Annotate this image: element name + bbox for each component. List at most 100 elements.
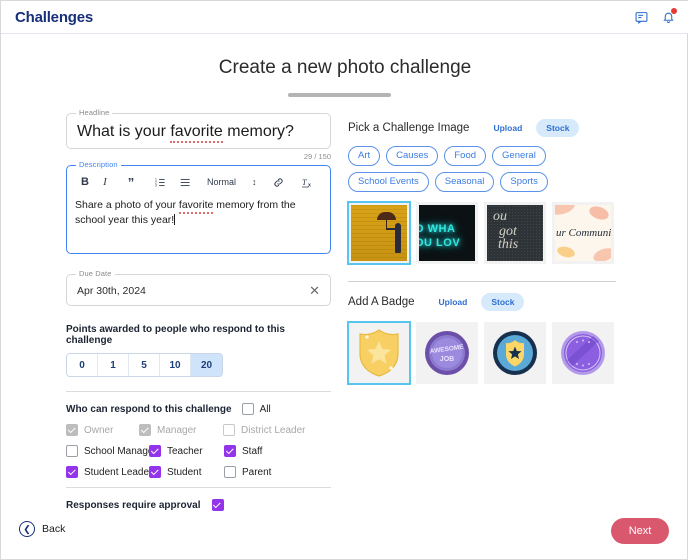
badge-awesome-job[interactable]: AWESOME JOB — [416, 322, 478, 384]
chip-school-events[interactable]: School Events — [348, 172, 429, 192]
person-silhouette — [395, 223, 401, 253]
bell-icon[interactable] — [662, 8, 677, 24]
clear-formatting-icon[interactable]: T x — [301, 177, 314, 188]
points-option-0[interactable]: 0 — [67, 354, 98, 376]
headline-misspelled-word: favorite — [170, 123, 223, 143]
chip-causes[interactable]: Causes — [386, 146, 439, 166]
audience-option-parent[interactable]: Parent — [224, 466, 271, 478]
points-selector[interactable]: 0 1 5 10 20 — [66, 353, 223, 377]
bullet-list-icon[interactable] — [175, 173, 195, 191]
thumbnail-art-neon: O WHA OU LOV — [419, 205, 475, 261]
chip-general[interactable]: General — [492, 146, 546, 166]
audience-row-3: Student Leader Student Parent — [66, 466, 331, 478]
headline-input[interactable]: What is your favorite memory? — [77, 123, 320, 143]
due-date-value: Apr 30th, 2024 — [77, 284, 146, 297]
format-stepper-icon[interactable]: ↕ — [252, 177, 257, 187]
challenge-image-header: Pick a Challenge Image Upload Stock — [348, 119, 616, 137]
school-manager-checkbox[interactable] — [66, 445, 78, 457]
points-option-5[interactable]: 5 — [129, 354, 160, 376]
audience-option-student-leader[interactable]: Student Leader — [66, 466, 152, 478]
audience-all-checkbox[interactable] — [241, 403, 254, 415]
chip-seasonal[interactable]: Seasonal — [434, 172, 495, 192]
audience-option-school-manager[interactable]: School Manager — [66, 445, 157, 457]
approval-label: Responses require approval — [66, 499, 201, 511]
challenge-image-upload-option[interactable]: Upload — [483, 119, 532, 137]
audience-option-owner: Owner — [66, 424, 139, 436]
school-manager-label: School Manager — [84, 445, 157, 457]
badge-purple-ribbon[interactable] — [552, 322, 614, 384]
app-title: Challenges — [15, 8, 94, 26]
badge-header: Add A Badge Upload Stock — [348, 293, 616, 311]
audience-checkbox-grid: Owner Manager District Leader School Man… — [66, 424, 331, 478]
points-option-20[interactable]: 20 — [191, 354, 222, 376]
badge-blue-star-shield[interactable] — [484, 322, 546, 384]
headline-text-part1: What is your — [77, 123, 171, 140]
thumbnail-umbrella-yellow-wall[interactable] — [347, 201, 411, 265]
ordered-list-icon[interactable]: 1 2 3 — [150, 173, 170, 191]
points-option-1[interactable]: 1 — [98, 354, 129, 376]
floral-blob-2 — [587, 205, 611, 223]
student-checkbox[interactable] — [149, 466, 161, 478]
badge-upload-option[interactable]: Upload — [429, 293, 478, 311]
challenge-image-source-toggle: Upload Stock — [483, 119, 580, 137]
chalk-line-1: ou — [493, 209, 507, 224]
chip-food[interactable]: Food — [444, 146, 487, 166]
next-button[interactable]: Next — [611, 518, 669, 544]
description-toolbar: B I ” 1 2 3 Normal ↕ T x — [75, 172, 322, 192]
headline-field[interactable]: Headline What is your favorite memory? — [66, 108, 331, 149]
audience-row-2: School Manager Teacher Staff — [66, 445, 331, 457]
badge-gallery: AWESOME JOB — [347, 321, 616, 385]
chalk-line-3: this — [498, 237, 519, 252]
audience-option-district-leader: District Leader — [223, 424, 305, 436]
chip-art[interactable]: Art — [348, 146, 381, 166]
staff-checkbox[interactable] — [224, 445, 236, 457]
approval-checkbox[interactable] — [211, 499, 224, 511]
parent-checkbox[interactable] — [224, 466, 236, 478]
due-date-field[interactable]: Due Date Apr 30th, 2024 ✕ — [66, 269, 331, 306]
link-icon[interactable] — [273, 177, 284, 188]
form-divider-2 — [66, 487, 331, 488]
bold-button[interactable]: B — [75, 173, 95, 191]
audience-option-staff[interactable]: Staff — [224, 445, 262, 457]
svg-text:T: T — [302, 177, 308, 186]
header-actions — [635, 8, 677, 24]
badge-gold-star-shield[interactable] — [347, 321, 411, 385]
description-field[interactable]: Description B I ” 1 2 3 Normal ↕ T x Sha… — [66, 160, 331, 254]
badge-stock-option[interactable]: Stock — [481, 293, 525, 311]
thumbnail-our-community-floral[interactable]: ur Communi — [552, 202, 614, 264]
chevron-left-icon: ❮ — [19, 521, 35, 537]
points-option-10[interactable]: 10 — [160, 354, 191, 376]
badge-title: Add A Badge — [348, 296, 415, 308]
floral-blob-4 — [591, 245, 611, 261]
badge-source-toggle: Upload Stock — [429, 293, 525, 311]
italic-button[interactable]: I — [95, 173, 115, 191]
blue-star-shield-icon — [493, 331, 537, 375]
app-window: Challenges Create a new photo challenge — [0, 0, 688, 560]
chat-bubble-icon[interactable] — [635, 11, 648, 24]
gold-shield-icon — [359, 329, 399, 377]
audience-option-student[interactable]: Student — [149, 466, 224, 478]
teacher-checkbox[interactable] — [149, 445, 161, 457]
purple-ribbon-icon — [561, 331, 605, 375]
audience-option-teacher[interactable]: Teacher — [149, 445, 224, 457]
community-caption: ur Communi — [556, 227, 611, 239]
media-panel: Pick a Challenge Image Upload Stock Art … — [347, 119, 616, 385]
floral-blob-1 — [555, 205, 577, 218]
thumbnail-art-umbrella — [351, 205, 407, 261]
format-select[interactable]: Normal — [207, 177, 236, 187]
thumbnail-neon-do-what-you-love[interactable]: O WHA OU LOV — [416, 202, 478, 264]
due-date-legend: Due Date — [76, 269, 115, 278]
description-input[interactable]: Share a photo of your favorite memory fr… — [75, 198, 322, 228]
student-leader-checkbox[interactable] — [66, 466, 78, 478]
notification-dot — [671, 8, 677, 14]
clear-date-icon[interactable]: ✕ — [309, 284, 320, 297]
thumbnail-art-chalkboard: ou got this — [487, 205, 543, 261]
quote-button[interactable]: ” — [121, 173, 141, 191]
challenge-image-stock-option[interactable]: Stock — [536, 119, 580, 137]
thumbnail-chalkboard-you-got-this[interactable]: ou got this — [484, 202, 546, 264]
student-label: Student — [167, 466, 202, 478]
chip-sports[interactable]: Sports — [500, 172, 548, 192]
challenge-image-thumbnails: O WHA OU LOV ou got this ur Communi — [347, 201, 616, 265]
back-button[interactable]: ❮ Back — [19, 521, 65, 537]
teacher-label: Teacher — [167, 445, 203, 457]
